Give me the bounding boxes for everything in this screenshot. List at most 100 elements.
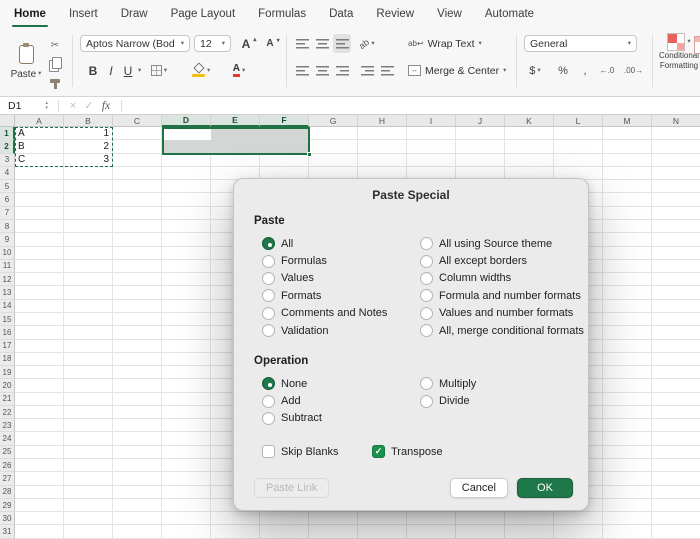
row-header-26[interactable]: 26 xyxy=(0,459,15,473)
cell-B25[interactable] xyxy=(64,445,113,460)
cell-G2[interactable] xyxy=(309,140,358,154)
decrease-font-button[interactable]: A ▾ xyxy=(261,34,279,53)
cell-D15[interactable] xyxy=(162,312,211,327)
tab-data[interactable]: Data xyxy=(329,8,353,20)
cell-E31[interactable] xyxy=(211,525,260,539)
align-right-button[interactable] xyxy=(333,61,351,80)
currency-button[interactable]: $ ▾ xyxy=(526,61,544,80)
cell-G3[interactable] xyxy=(309,153,358,167)
cell-A20[interactable] xyxy=(15,379,64,393)
orientation-button[interactable]: ab ▾ xyxy=(357,34,376,53)
cell-H30[interactable] xyxy=(358,512,407,526)
cell-G1[interactable] xyxy=(309,127,358,141)
tab-home[interactable]: Home xyxy=(12,8,48,27)
cell-D28[interactable] xyxy=(162,485,211,499)
cell-N26[interactable] xyxy=(652,459,700,473)
cell-B28[interactable] xyxy=(64,485,113,499)
cell-B22[interactable] xyxy=(64,405,113,420)
cell-N9[interactable] xyxy=(652,233,700,247)
cell-H1[interactable] xyxy=(358,127,407,141)
cell-N13[interactable] xyxy=(652,286,700,300)
radio-formula-and-number-formats[interactable] xyxy=(420,289,433,303)
cell-M7[interactable] xyxy=(603,206,652,220)
option-all-except-borders[interactable]: All except borders xyxy=(420,254,578,268)
radio-subtract[interactable] xyxy=(262,411,275,425)
option-values-and-number-formats[interactable]: Values and number formats xyxy=(420,306,578,320)
cell-B23[interactable] xyxy=(64,419,113,433)
tab-formulas[interactable]: Formulas xyxy=(258,8,306,20)
cell-A1[interactable]: A xyxy=(15,127,64,141)
column-header-I[interactable]: I xyxy=(407,115,456,127)
radio-formulas[interactable] xyxy=(262,254,275,268)
option-none[interactable]: None xyxy=(262,377,420,391)
row-header-25[interactable]: 25 xyxy=(0,445,15,460)
row-header-8[interactable]: 8 xyxy=(0,219,15,234)
cell-M1[interactable] xyxy=(603,127,652,141)
cell-M23[interactable] xyxy=(603,419,652,433)
cell-I2[interactable] xyxy=(407,140,456,154)
row-header-21[interactable]: 21 xyxy=(0,392,15,406)
cell-N4[interactable] xyxy=(652,167,700,181)
cell-B16[interactable] xyxy=(64,326,113,340)
formula-input[interactable] xyxy=(128,97,700,114)
cell-C17[interactable] xyxy=(113,339,162,353)
cell-N23[interactable] xyxy=(652,419,700,433)
cell-D26[interactable] xyxy=(162,459,211,473)
cell-B9[interactable] xyxy=(64,233,113,247)
cell-C19[interactable] xyxy=(113,366,162,380)
cell-D30[interactable] xyxy=(162,512,211,526)
cell-A24[interactable] xyxy=(15,432,64,446)
cancel-button[interactable]: Cancel xyxy=(449,478,508,498)
radio-all-merge-conditional-formats[interactable] xyxy=(420,324,433,338)
column-header-K[interactable]: K xyxy=(505,115,554,127)
cell-D12[interactable] xyxy=(162,273,211,287)
cell-B5[interactable] xyxy=(64,180,113,194)
tab-draw[interactable]: Draw xyxy=(121,8,148,20)
select-all-corner[interactable] xyxy=(0,115,15,127)
format-as-table-icon[interactable] xyxy=(694,36,700,54)
cell-C27[interactable] xyxy=(113,472,162,486)
cell-C28[interactable] xyxy=(113,485,162,499)
cell-B21[interactable] xyxy=(64,392,113,406)
option-validation[interactable]: Validation xyxy=(262,324,420,338)
radio-column-widths[interactable] xyxy=(420,271,433,285)
cell-A29[interactable] xyxy=(15,498,64,513)
option-all[interactable]: All xyxy=(262,237,420,251)
cell-C2[interactable] xyxy=(113,140,162,154)
cell-M21[interactable] xyxy=(603,392,652,406)
radio-validation[interactable] xyxy=(262,324,275,338)
percent-button[interactable]: % xyxy=(554,61,572,80)
cell-D19[interactable] xyxy=(162,366,211,380)
cell-N18[interactable] xyxy=(652,353,700,367)
cell-N5[interactable] xyxy=(652,180,700,194)
cell-C5[interactable] xyxy=(113,180,162,194)
cell-L3[interactable] xyxy=(554,153,603,167)
cell-C1[interactable] xyxy=(113,127,162,141)
cell-D22[interactable] xyxy=(162,405,211,420)
option-all-using-source-theme[interactable]: All using Source theme xyxy=(420,237,578,251)
cell-C15[interactable] xyxy=(113,312,162,327)
option-column-widths[interactable]: Column widths xyxy=(420,271,578,285)
insert-function-icon[interactable]: fx xyxy=(97,100,115,112)
cell-C22[interactable] xyxy=(113,405,162,420)
cell-A30[interactable] xyxy=(15,512,64,526)
radio-all-except-borders[interactable] xyxy=(420,254,433,268)
cell-I3[interactable] xyxy=(407,153,456,167)
radio-divide[interactable] xyxy=(420,394,433,408)
cell-K3[interactable] xyxy=(505,153,554,167)
radio-values-and-number-formats[interactable] xyxy=(420,306,433,320)
tab-review[interactable]: Review xyxy=(376,8,414,20)
cell-A6[interactable] xyxy=(15,193,64,207)
cell-M22[interactable] xyxy=(603,405,652,420)
cell-A14[interactable] xyxy=(15,299,64,313)
cell-M8[interactable] xyxy=(603,219,652,234)
column-header-M[interactable]: M xyxy=(603,115,652,127)
tab-page-layout[interactable]: Page Layout xyxy=(171,8,236,20)
cell-D11[interactable] xyxy=(162,259,211,274)
row-header-29[interactable]: 29 xyxy=(0,498,15,513)
tab-insert[interactable]: Insert xyxy=(69,8,98,20)
cell-D18[interactable] xyxy=(162,352,211,367)
cell-M24[interactable] xyxy=(603,432,652,446)
option-formula-and-number-formats[interactable]: Formula and number formats xyxy=(420,289,581,303)
cell-C31[interactable] xyxy=(113,525,162,539)
